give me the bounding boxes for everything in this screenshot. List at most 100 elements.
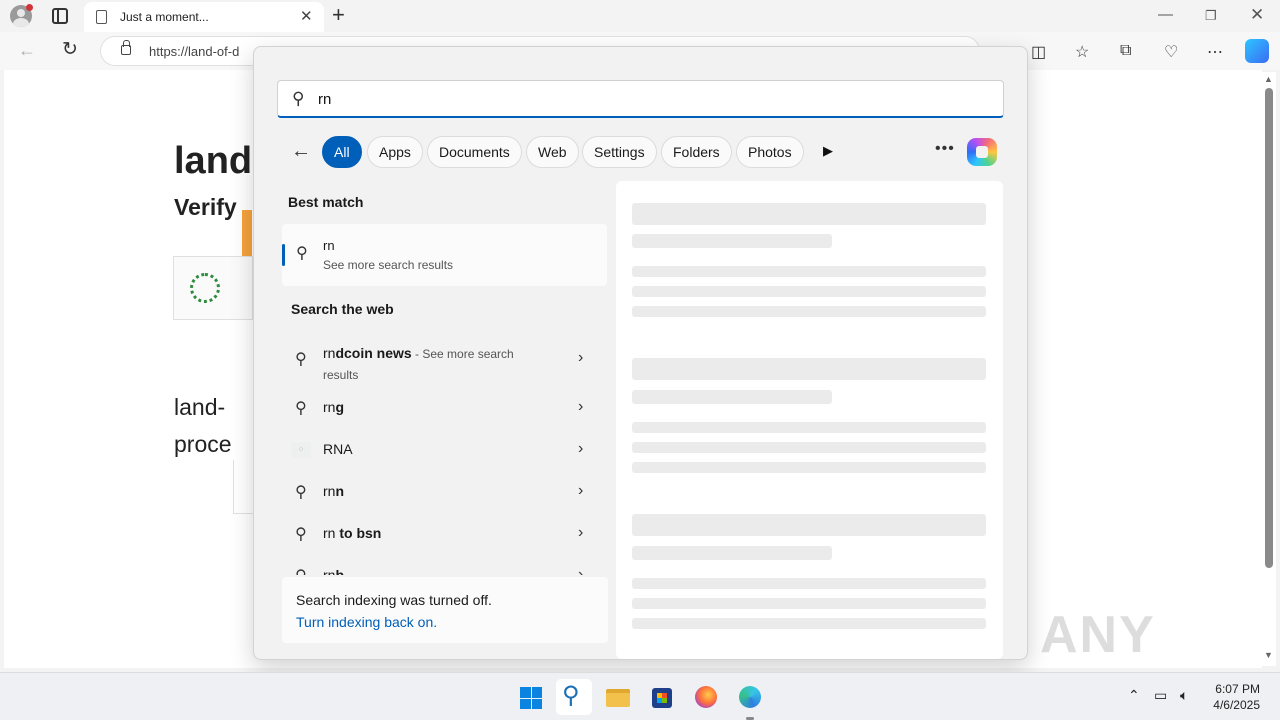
new-tab-icon[interactable]: + (332, 2, 345, 28)
skeleton-line (632, 422, 986, 433)
restore-icon[interactable]: ❐ (1205, 8, 1217, 24)
best-match-item[interactable]: ⚲ rn See more search results (282, 224, 607, 286)
filter-chip-documents[interactable]: Documents (427, 136, 522, 168)
windows-logo-icon (520, 687, 542, 709)
page-title: land (174, 140, 253, 182)
skeleton-line (632, 462, 986, 473)
skeleton-block (632, 358, 986, 380)
favorites-icon[interactable]: ☆ (1075, 42, 1089, 62)
page-subtitle: Verify (174, 194, 237, 220)
filter-chip-settings[interactable]: Settings (582, 136, 657, 168)
filter-chip-apps[interactable]: Apps (367, 136, 423, 168)
chevron-right-icon: › (578, 398, 584, 415)
search-icon: ⚲ (292, 89, 305, 108)
indexing-message: Search indexing was turned off. (296, 592, 492, 608)
turn-indexing-on-link[interactable]: Turn indexing back on. (296, 614, 437, 630)
search-icon: ⚲ (295, 484, 307, 501)
file-explorer-button[interactable] (600, 679, 636, 715)
skeleton-line (632, 578, 986, 589)
more-options-icon[interactable]: ••• (935, 140, 955, 158)
back-arrow-icon[interactable]: ← (291, 140, 311, 163)
web-result-item[interactable]: ⚲ rnb › (282, 557, 607, 575)
search-icon: ⚲ (562, 682, 580, 709)
browser-tab-bar: Just a moment... ✕ + — ❐ ✕ (0, 0, 1280, 32)
search-flyout: ⚲ ← All Apps Documents Web Settings Fold… (253, 46, 1028, 660)
skeleton-line (632, 266, 986, 277)
edge-button[interactable] (732, 679, 768, 720)
split-screen-icon[interactable]: ◫ (1031, 42, 1046, 62)
chevron-right-icon: › (578, 524, 584, 541)
chevron-right-icon: › (578, 482, 584, 499)
back-icon[interactable]: ← (18, 40, 36, 61)
copilot-icon[interactable] (1245, 39, 1269, 63)
microsoft-store-button[interactable] (644, 679, 680, 715)
web-result-label: rnn (323, 483, 345, 499)
taskbar: ⚲ ⌃ ▭ 🔈︎ 6:07 PM 4/6/2025 (0, 672, 1280, 720)
skeleton-line (632, 442, 986, 453)
filter-chip-web[interactable]: Web (526, 136, 579, 168)
skeleton-line (632, 618, 986, 629)
preview-pane-loading (616, 181, 1003, 659)
more-options-icon[interactable]: ⋯ (1207, 42, 1223, 62)
scrollbar-thumb[interactable] (1265, 88, 1273, 568)
browser-essentials-icon[interactable]: ♡ (1164, 42, 1178, 62)
copilot-icon[interactable] (967, 138, 997, 166)
best-match-subtitle: See more search results (323, 258, 454, 272)
search-input[interactable] (318, 87, 968, 111)
show-hidden-icons-chevron-icon[interactable]: ⌃ (1128, 687, 1140, 704)
skeleton-block (632, 203, 986, 225)
tab-actions-icon[interactable] (52, 8, 68, 24)
volume-icon[interactable]: 🔈︎ (1180, 687, 1188, 704)
search-web-heading: Search the web (291, 301, 394, 317)
folder-icon (606, 689, 630, 707)
taskbar-search-button[interactable]: ⚲ (556, 679, 592, 715)
scroll-up-icon[interactable]: ▲ (1264, 74, 1273, 84)
web-result-item[interactable]: ⚲ rn to bsn › (282, 515, 607, 555)
rna-thumbnail-icon: ⁘ (291, 442, 311, 458)
collections-icon[interactable]: ⧉ (1120, 42, 1131, 60)
web-result-item[interactable]: ⁘ RNA › (282, 431, 607, 471)
url-text[interactable]: https://land-of-d (149, 44, 239, 59)
close-window-icon[interactable]: ✕ (1250, 5, 1264, 25)
loading-spinner-icon (190, 273, 220, 303)
search-icon: ⚲ (295, 526, 307, 543)
search-icon: ⚲ (295, 351, 307, 368)
filter-chip-folders[interactable]: Folders (661, 136, 732, 168)
filter-chip-photos[interactable]: Photos (736, 136, 804, 168)
web-result-item[interactable]: ⚲ rndcoin news - See more search results … (282, 337, 607, 382)
lock-icon[interactable] (121, 40, 131, 55)
start-button[interactable] (512, 679, 548, 715)
web-result-label: RNA (323, 441, 353, 457)
search-icon: ⚲ (296, 245, 308, 262)
web-result-label: rndcoin news - See more search results (323, 345, 514, 382)
browser-tab[interactable]: Just a moment... ✕ (84, 2, 324, 32)
notification-dot (26, 4, 33, 11)
search-box[interactable]: ⚲ (277, 80, 1004, 118)
reload-icon[interactable]: ↻ (62, 38, 78, 61)
skeleton-line (632, 546, 832, 560)
skeleton-line (632, 286, 986, 297)
close-tab-icon[interactable]: ✕ (300, 7, 313, 25)
edge-icon (739, 686, 761, 708)
clock-date[interactable]: 4/6/2025 (1196, 698, 1260, 712)
firefox-button[interactable] (688, 679, 724, 715)
filter-chip-all[interactable]: All (322, 136, 362, 168)
network-icon[interactable]: ▭ (1154, 687, 1167, 704)
tab-title: Just a moment... (120, 10, 209, 24)
web-result-item[interactable]: ⚲ rnn › (282, 473, 607, 513)
web-result-item[interactable]: ⚲ rng › (282, 389, 607, 429)
clock-time[interactable]: 6:07 PM (1200, 682, 1260, 696)
store-icon (652, 688, 672, 708)
best-match-heading: Best match (288, 194, 364, 210)
chevron-right-icon: › (578, 349, 584, 366)
page-icon (96, 10, 107, 24)
chevron-right-icon: › (578, 566, 584, 575)
more-filters-play-icon[interactable]: ▶ (823, 143, 833, 159)
page-paragraph-line: proce (174, 431, 232, 457)
skeleton-line (632, 390, 832, 404)
chevron-right-icon: › (578, 440, 584, 457)
page-scrollbar[interactable]: ▲ ▼ (1262, 72, 1276, 666)
search-icon: ⚲ (295, 400, 307, 417)
indexing-notice: Search indexing was turned off. Turn ind… (282, 577, 608, 643)
minimize-icon[interactable]: — (1158, 6, 1173, 23)
